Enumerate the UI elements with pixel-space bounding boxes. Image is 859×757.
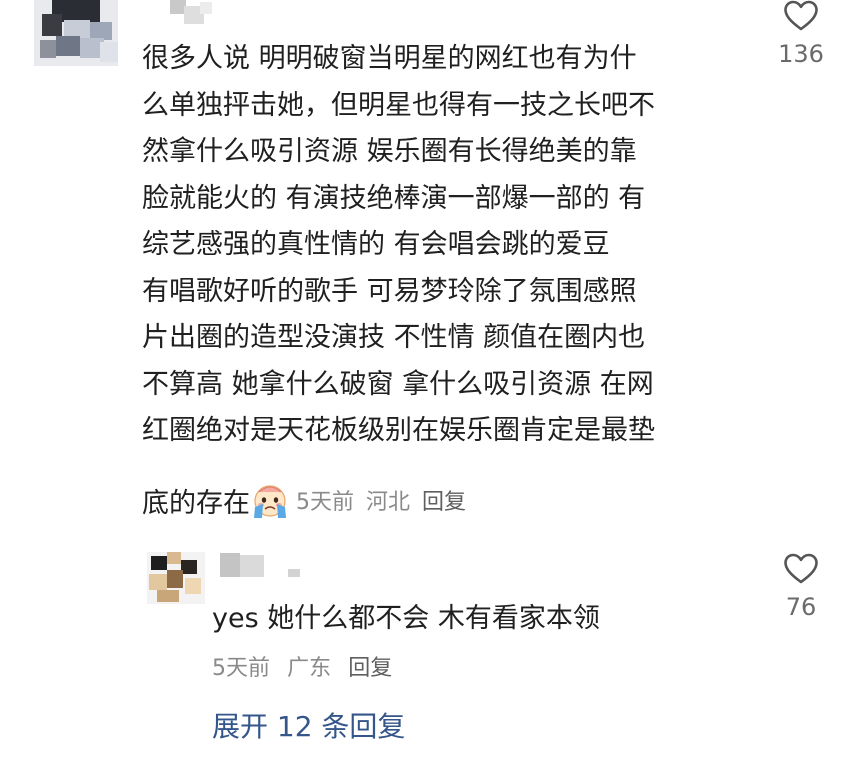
reply-reply-button[interactable]: 回复: [348, 656, 392, 681]
comment-line: 红圈绝对是天花板级别在娱乐圈肯定是最垫: [142, 415, 655, 446]
avatar[interactable]: [34, 0, 118, 66]
comment-line: 然拿什么吸引资源 娱乐圈有长得绝美的靠: [142, 136, 637, 167]
heart-outline-icon[interactable]: [783, 553, 819, 589]
comment-line: 不算高 她拿什么破窗 拿什么吸引资源 在网: [142, 368, 654, 400]
like-count: 136: [778, 40, 824, 68]
reply-like-count: 76: [785, 593, 817, 621]
reply-username-blurred[interactable]: [220, 553, 306, 579]
reply-avatar[interactable]: [147, 552, 205, 604]
username-blurred[interactable]: [170, 0, 214, 26]
reply-body: yes 她什么都不会 木有看家本领: [212, 603, 600, 634]
comment-line: 很多人说 明明破窗当明星的网红也有为什: [142, 43, 637, 74]
reply-like-button[interactable]: 76: [771, 553, 831, 621]
expand-replies-button[interactable]: 展开 12 条回复: [212, 705, 405, 745]
reply-meta: 5天前 广东 回复: [212, 650, 392, 682]
reply-button[interactable]: 回复: [422, 484, 466, 516]
comment-meta: 底的存在 5天前 河北 回复: [142, 477, 466, 523]
comment-line: 么单独抨击她，但明星也得有一技之长吧不: [142, 89, 655, 121]
comment-line: 有唱歌好听的歌手 可易梦玲除了氛围感照: [142, 275, 637, 307]
comment-line: 片出圈的造型没演技 不性情 颜值在圈内也: [142, 322, 646, 353]
comment-time: 5天前: [296, 490, 354, 515]
reply-time: 5天前: [212, 656, 270, 681]
crying-face-emoji-icon: [250, 480, 290, 520]
comment-location: 河北: [366, 490, 411, 515]
comment-line: 综艺感强的真性情的 有会唱会跳的爱豆: [142, 229, 610, 260]
comment-line: 脸就能火的 有演技绝棒演一部爆一部的 有: [142, 182, 646, 214]
reply-location: 广东: [287, 656, 332, 681]
comment-body: 很多人说 明明破窗当明星的网红也有为什 么单独抨击她，但明星也得有一技之长吧不 …: [142, 36, 742, 455]
comment-line: 底的存在: [142, 487, 250, 519]
heart-outline-icon[interactable]: [783, 0, 819, 36]
like-button[interactable]: 136: [771, 0, 831, 68]
